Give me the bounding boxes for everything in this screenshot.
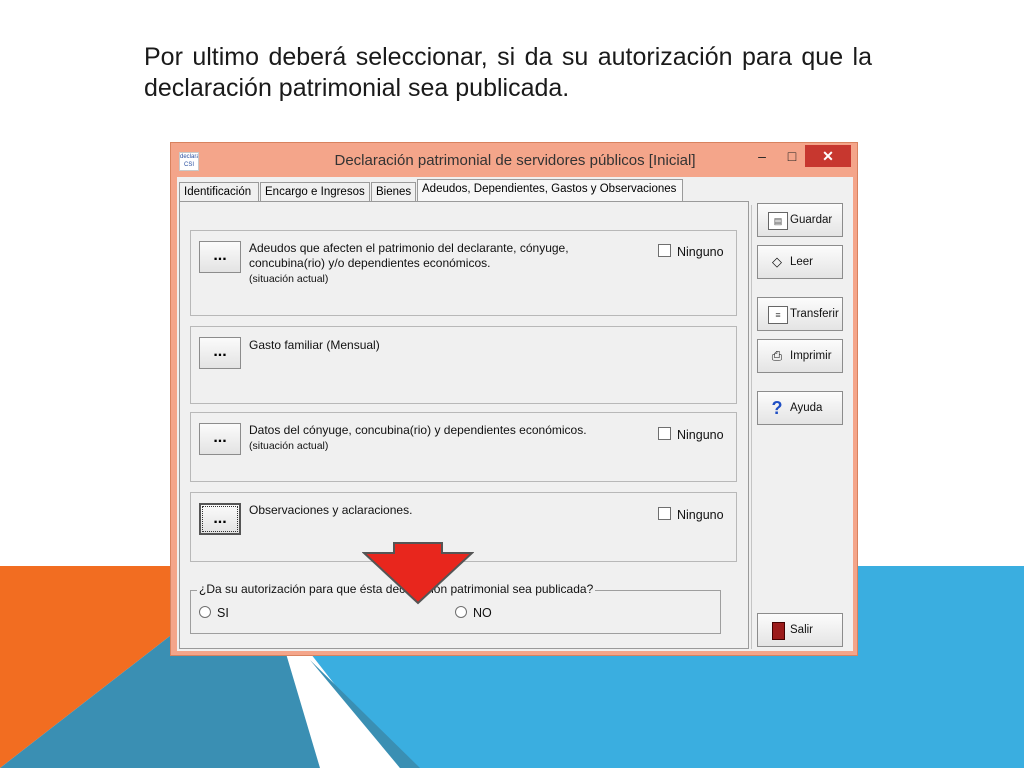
- transfer-icon: ≡: [768, 306, 788, 324]
- help-button[interactable]: ? Ayuda: [757, 391, 843, 425]
- dependientes-sub: (situación actual): [249, 440, 329, 452]
- checkbox-box[interactable]: [658, 244, 671, 257]
- checkbox-box[interactable]: [658, 427, 671, 440]
- radio-circle[interactable]: [199, 606, 211, 618]
- save-label: Guardar: [790, 214, 833, 226]
- read-button[interactable]: ◇ Leer: [757, 245, 843, 279]
- tab-encargo-ingresos[interactable]: Encargo e Ingresos: [260, 182, 370, 201]
- tab-bienes[interactable]: Bienes: [371, 182, 416, 201]
- title-bar[interactable]: declara CSI Declaración patrimonial de s…: [171, 143, 859, 177]
- checkbox-box[interactable]: [658, 507, 671, 520]
- print-button[interactable]: ⎙ Imprimir: [757, 339, 843, 373]
- section-gasto-familiar: ... Gasto familiar (Mensual): [190, 326, 737, 404]
- checkbox-label: Ninguno: [677, 245, 724, 259]
- tab-identificacion[interactable]: Identificación: [179, 182, 259, 201]
- save-icon: ▤: [768, 212, 788, 230]
- exit-icon: [772, 622, 785, 640]
- observaciones-open-button[interactable]: ...: [199, 503, 241, 535]
- window-client-area: Identificación Encargo e Ingresos Bienes…: [177, 177, 853, 651]
- radio-label: SI: [217, 606, 229, 620]
- read-label: Leer: [790, 256, 814, 268]
- close-button[interactable]: ✕: [805, 145, 851, 167]
- checkbox-label: Ninguno: [677, 428, 724, 442]
- help-label: Ayuda: [790, 402, 823, 414]
- minimize-button[interactable]: –: [749, 145, 775, 167]
- radio-label: NO: [473, 606, 492, 620]
- section-adeudos: ... Adeudos que afecten el patrimonio de…: [190, 230, 737, 316]
- authorization-yes-radio[interactable]: SI: [199, 606, 229, 620]
- printer-icon: ⎙: [771, 348, 783, 363]
- exit-label: Salir: [790, 624, 814, 636]
- section-dependientes: ... Datos del cónyuge, concubina(rio) y …: [190, 412, 737, 482]
- save-button[interactable]: ▤ Guardar: [757, 203, 843, 237]
- sidebar-divider: [751, 205, 752, 649]
- dependientes-text: Datos del cónyuge, concubina(rio) y depe…: [249, 423, 587, 437]
- red-arrow-pointer: [362, 542, 474, 605]
- dependientes-label: Datos del cónyuge, concubina(rio) y depe…: [249, 423, 639, 454]
- gasto-open-button[interactable]: ...: [199, 337, 241, 369]
- adeudos-sub: (situación actual): [249, 273, 329, 285]
- dependientes-open-button[interactable]: ...: [199, 423, 241, 455]
- dependientes-ninguno-checkbox[interactable]: Ninguno: [658, 427, 724, 442]
- adeudos-open-button[interactable]: ...: [199, 241, 241, 273]
- authorization-no-radio[interactable]: NO: [455, 606, 492, 620]
- adeudos-ninguno-checkbox[interactable]: Ninguno: [658, 244, 724, 259]
- checkbox-label: Ninguno: [677, 508, 724, 522]
- adeudos-label: Adeudos que afecten el patrimonio del de…: [249, 241, 639, 287]
- slide-instruction-text: Por ultimo deberá seleccionar, si da su …: [144, 43, 872, 102]
- observaciones-label: Observaciones y aclaraciones.: [249, 503, 413, 517]
- app-window: declara CSI Declaración patrimonial de s…: [170, 142, 858, 656]
- tab-adeudos[interactable]: Adeudos, Dependientes, Gastos y Observac…: [417, 179, 683, 201]
- maximize-button[interactable]: □: [779, 145, 805, 167]
- transfer-button[interactable]: ≡ Transferir: [757, 297, 843, 331]
- transfer-label: Transferir: [790, 308, 839, 320]
- eraser-icon: ◇: [772, 254, 782, 269]
- radio-circle[interactable]: [455, 606, 467, 618]
- observaciones-ninguno-checkbox[interactable]: Ninguno: [658, 507, 724, 522]
- help-icon: ?: [771, 398, 783, 418]
- gasto-label: Gasto familiar (Mensual): [249, 338, 380, 352]
- exit-button[interactable]: Salir: [757, 613, 843, 647]
- print-label: Imprimir: [790, 350, 832, 362]
- adeudos-text: Adeudos que afecten el patrimonio del de…: [249, 241, 569, 270]
